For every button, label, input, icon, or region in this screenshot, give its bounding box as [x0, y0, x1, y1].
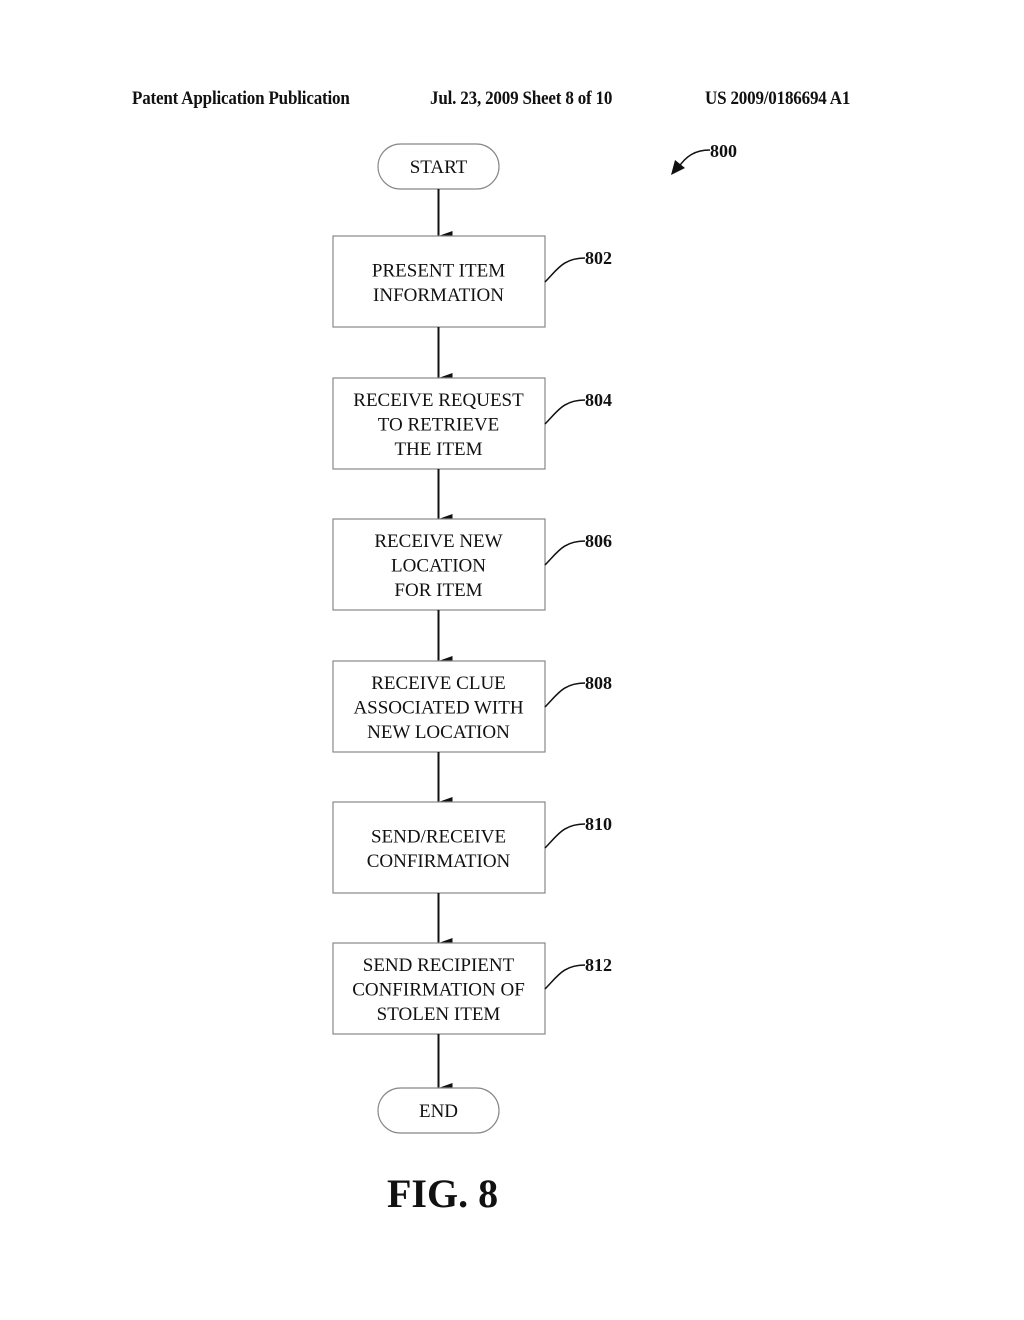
- process-step-812: SEND RECIPIENT CONFIRMATION OF STOLEN ITEM…: [332, 942, 612, 1035]
- process-step-text: SEND RECIPIENT: [363, 955, 515, 976]
- process-step-text: RECEIVE REQUEST: [353, 390, 524, 411]
- process-box: [332, 235, 546, 328]
- process-step-text: LOCATION: [391, 556, 486, 577]
- end-label: END: [419, 1101, 458, 1122]
- start-label: START: [410, 157, 468, 178]
- process-step-text: ASSOCIATED WITH: [353, 698, 523, 719]
- reference-leader-line: [544, 823, 586, 849]
- process-step-text: PRESENT ITEM: [372, 260, 505, 281]
- reference-leader-line: [544, 964, 586, 990]
- figure-reference: 800: [671, 141, 737, 175]
- reference-number: 808: [585, 673, 612, 693]
- reference-number: 802: [585, 248, 612, 268]
- reference-leader-line: [544, 682, 586, 708]
- process-step-806: RECEIVE NEW LOCATION FOR ITEM 806: [332, 518, 612, 611]
- figure-reference-arrow: [677, 149, 711, 169]
- process-step-text: FOR ITEM: [394, 580, 482, 601]
- reference-leader-line: [544, 540, 586, 566]
- process-step-text: TO RETRIEVE: [378, 415, 500, 436]
- process-step-text: RECEIVE NEW: [374, 531, 502, 552]
- process-step-text: SEND/RECEIVE: [371, 826, 506, 847]
- process-step-text: THE ITEM: [394, 439, 482, 460]
- reference-number: 806: [585, 531, 612, 551]
- process-step-text: STOLEN ITEM: [377, 1004, 501, 1025]
- process-step-802: PRESENT ITEM INFORMATION 802: [332, 235, 612, 328]
- flowchart: 800 START PRESENT ITEM INFORMATION 802 RECE…: [332, 141, 737, 1134]
- start-terminal: START: [377, 143, 500, 190]
- process-step-text: RECEIVE CLUE: [371, 673, 506, 694]
- reference-number: 810: [585, 814, 612, 834]
- reference-number: 812: [585, 955, 612, 975]
- figure-reference-number: 800: [710, 141, 737, 161]
- process-step-text: INFORMATION: [373, 285, 504, 306]
- figure-label: FIG. 8: [387, 1171, 499, 1216]
- end-terminal: END: [377, 1087, 500, 1134]
- process-step-804: RECEIVE REQUEST TO RETRIEVE THE ITEM 804: [332, 377, 612, 470]
- process-step-text: CONFIRMATION OF: [352, 980, 525, 1001]
- process-box: [332, 801, 546, 894]
- process-step-text: CONFIRMATION: [367, 851, 511, 872]
- reference-number: 804: [585, 390, 612, 410]
- process-step-810: SEND/RECEIVE CONFIRMATION 810: [332, 801, 612, 894]
- process-step-808: RECEIVE CLUE ASSOCIATED WITH NEW LOCATION 8…: [332, 660, 612, 753]
- reference-leader-line: [544, 257, 586, 283]
- reference-leader-line: [544, 399, 586, 425]
- process-step-text: NEW LOCATION: [367, 722, 510, 743]
